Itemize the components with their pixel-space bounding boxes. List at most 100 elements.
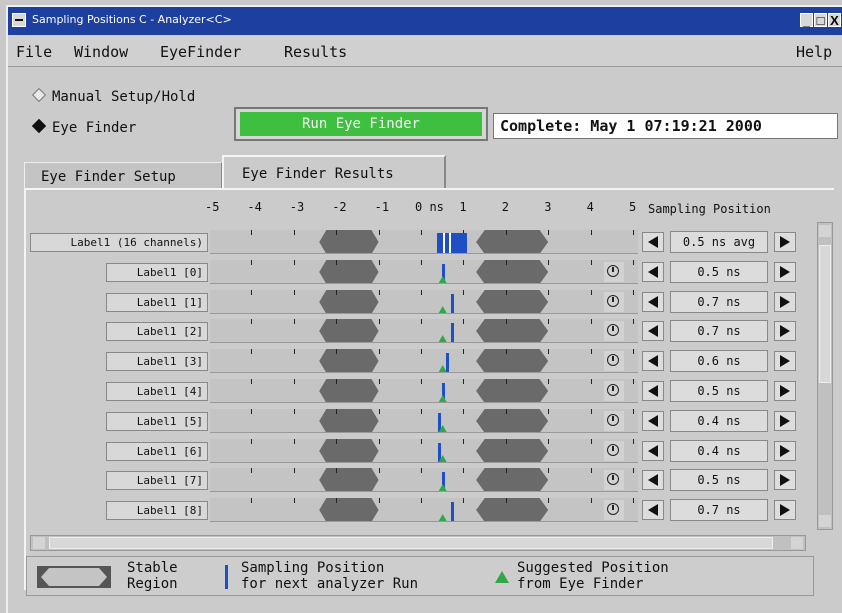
track-tick <box>251 230 253 235</box>
track-tick <box>548 230 550 235</box>
menu-results[interactable]: Results <box>284 43 347 61</box>
horizontal-scroll-thumb[interactable] <box>49 537 773 549</box>
transition-region <box>319 260 379 283</box>
clock-icon[interactable] <box>604 441 624 461</box>
vertical-scroll-thumb[interactable] <box>819 245 831 383</box>
track-tick <box>463 468 465 473</box>
sampling-position-value[interactable]: 0.5 ns <box>670 261 768 283</box>
decrease-button[interactable] <box>642 381 664 401</box>
scale-tick-label: 2 <box>501 200 510 214</box>
menu-window[interactable]: Window <box>74 43 128 61</box>
track-tick <box>421 349 422 354</box>
clock-icon[interactable] <box>604 351 624 371</box>
channel-label[interactable]: Label1 [8] <box>106 501 208 520</box>
manual-setup-hold-radio[interactable]: Manual Setup/Hold <box>31 87 195 105</box>
decrease-button[interactable] <box>642 292 664 312</box>
track-tick <box>251 290 253 295</box>
increase-button[interactable] <box>774 321 796 341</box>
suggested-position-marker <box>438 335 448 342</box>
increase-button[interactable] <box>774 292 796 312</box>
channel-label[interactable]: Label1 [5] <box>106 412 208 431</box>
increase-button[interactable] <box>774 262 796 282</box>
menu-help[interactable]: Help <box>796 43 832 61</box>
increase-button[interactable] <box>774 411 796 431</box>
clock-icon[interactable] <box>604 411 624 431</box>
sampling-position-value[interactable]: 0.5 ns <box>670 469 768 491</box>
title-bar[interactable]: Sampling Positions C - Analyzer<C> _ □ X <box>8 7 842 35</box>
decrease-button[interactable] <box>642 470 664 490</box>
menu-file[interactable]: File <box>16 43 52 61</box>
channel-label[interactable]: Label1 [2] <box>106 322 208 341</box>
track-tick <box>336 439 338 444</box>
track-tick <box>548 409 550 414</box>
right-arrow-icon <box>780 445 790 457</box>
track-tick <box>505 379 507 384</box>
transition-region <box>476 290 549 313</box>
right-arrow-icon <box>780 236 790 248</box>
decrease-button[interactable] <box>642 441 664 461</box>
sampling-position-value[interactable]: 0.4 ns <box>670 410 768 432</box>
decrease-button[interactable] <box>642 411 664 431</box>
sampling-position-value[interactable]: 0.7 ns <box>670 291 768 313</box>
scroll-down-arrow-icon[interactable] <box>819 515 831 527</box>
sampling-position-value[interactable]: 0.5 ns <box>670 380 768 402</box>
right-arrow-icon <box>780 266 790 278</box>
track-tick <box>378 230 380 235</box>
close-button[interactable]: X <box>828 13 841 28</box>
track-tick <box>505 409 507 414</box>
transition-region <box>476 260 549 283</box>
track-tick <box>336 230 338 235</box>
sampling-position-value[interactable]: 0.7 ns <box>670 320 768 342</box>
increase-button[interactable] <box>774 232 796 252</box>
bus-label[interactable]: Label1 (16 channels) <box>30 233 208 252</box>
channel-label[interactable]: Label1 [4] <box>106 382 208 401</box>
minimize-button[interactable]: _ <box>800 13 813 28</box>
sampling-position-value[interactable]: 0.7 ns <box>670 499 768 521</box>
track-tick <box>421 379 422 384</box>
scroll-right-arrow-icon[interactable] <box>791 537 803 549</box>
right-arrow-icon <box>780 504 790 516</box>
track-tick <box>336 379 338 384</box>
increase-button[interactable] <box>774 441 796 461</box>
sampling-position-value[interactable]: 0.6 ns <box>670 350 768 372</box>
clock-icon[interactable] <box>604 381 624 401</box>
menu-eyefinder[interactable]: EyeFinder <box>160 43 241 61</box>
track-tick <box>293 468 295 473</box>
track-tick <box>633 260 634 265</box>
maximize-button[interactable]: □ <box>814 13 827 28</box>
increase-button[interactable] <box>774 500 796 520</box>
run-eye-finder-button[interactable]: Run Eye Finder <box>234 107 488 141</box>
clock-icon[interactable] <box>604 292 624 312</box>
increase-button[interactable] <box>774 470 796 490</box>
track-tick <box>251 439 253 444</box>
scroll-left-arrow-icon[interactable] <box>33 537 45 549</box>
decrease-button[interactable] <box>642 262 664 282</box>
tab-eye-finder-setup[interactable]: Eye Finder Setup <box>24 162 222 188</box>
decrease-button[interactable] <box>642 232 664 252</box>
sampling-position-value[interactable]: 0.5 ns avg <box>670 231 768 253</box>
channel-label[interactable]: Label1 [0] <box>106 263 208 282</box>
increase-button[interactable] <box>774 351 796 371</box>
vertical-scrollbar[interactable] <box>817 222 833 530</box>
channel-label[interactable]: Label1 [6] <box>106 442 208 461</box>
scroll-up-arrow-icon[interactable] <box>819 225 831 237</box>
track-tick <box>463 260 465 265</box>
sampling-position-value[interactable]: 0.4 ns <box>670 440 768 462</box>
decrease-button[interactable] <box>642 321 664 341</box>
channel-label[interactable]: Label1 [3] <box>106 352 208 371</box>
decrease-button[interactable] <box>642 351 664 371</box>
horizontal-scrollbar[interactable] <box>30 535 806 551</box>
track-tick <box>336 319 338 324</box>
clock-icon[interactable] <box>604 470 624 490</box>
window-menu-icon[interactable] <box>12 13 26 27</box>
clock-icon[interactable] <box>604 321 624 341</box>
clock-icon[interactable] <box>604 262 624 282</box>
track-tick <box>293 349 295 354</box>
channel-label[interactable]: Label1 [1] <box>106 293 208 312</box>
tab-eye-finder-results[interactable]: Eye Finder Results <box>222 155 446 189</box>
decrease-button[interactable] <box>642 500 664 520</box>
clock-icon[interactable] <box>604 500 624 520</box>
eye-finder-radio[interactable]: Eye Finder <box>31 118 136 136</box>
channel-label[interactable]: Label1 [7] <box>106 471 208 490</box>
increase-button[interactable] <box>774 381 796 401</box>
